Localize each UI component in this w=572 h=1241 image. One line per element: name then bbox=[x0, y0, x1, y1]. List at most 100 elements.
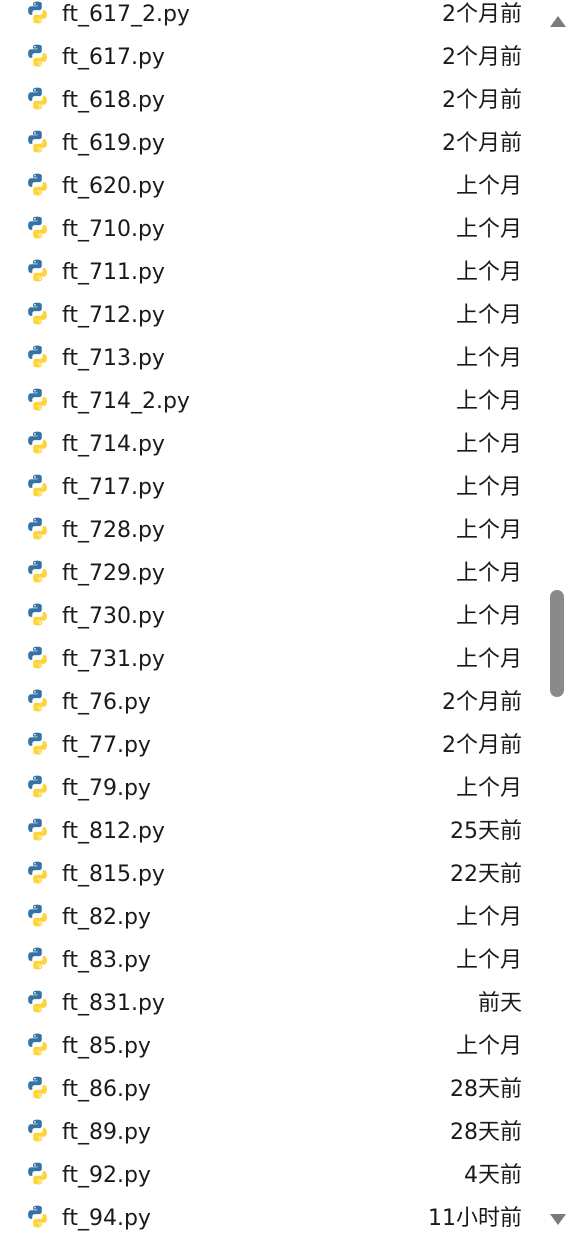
python-file-icon bbox=[28, 130, 47, 153]
file-modified-time: 28天前 bbox=[450, 1077, 522, 1102]
file-row[interactable]: ft_620.py 上个月 bbox=[0, 165, 544, 208]
file-name: ft_831.py bbox=[62, 991, 165, 1016]
file-modified-time: 2个月前 bbox=[442, 733, 522, 758]
file-row[interactable]: ft_89.py 28天前 bbox=[0, 1111, 544, 1154]
python-file-icon bbox=[28, 947, 47, 970]
file-row[interactable]: ft_94.py 11小时前 bbox=[0, 1197, 544, 1240]
file-row[interactable]: ft_619.py 2个月前 bbox=[0, 122, 544, 165]
file-name: ft_77.py bbox=[62, 733, 151, 758]
file-name: ft_717.py bbox=[62, 475, 165, 500]
file-row[interactable]: ft_77.py 2个月前 bbox=[0, 724, 544, 767]
file-modified-time: 上个月 bbox=[455, 561, 522, 586]
file-name: ft_85.py bbox=[62, 1034, 151, 1059]
file-name: ft_712.py bbox=[62, 303, 165, 328]
file-row[interactable]: ft_730.py 上个月 bbox=[0, 595, 544, 638]
file-row[interactable]: ft_617_2.py 2个月前 bbox=[0, 0, 544, 36]
file-modified-time: 上个月 bbox=[455, 776, 522, 801]
file-name: ft_89.py bbox=[62, 1120, 151, 1145]
python-file-icon bbox=[28, 259, 47, 282]
file-name: ft_812.py bbox=[62, 819, 165, 844]
file-modified-time: 11小时前 bbox=[428, 1206, 522, 1231]
file-modified-time: 上个月 bbox=[455, 346, 522, 371]
file-modified-time: 上个月 bbox=[455, 647, 522, 672]
file-name: ft_731.py bbox=[62, 647, 165, 672]
python-file-icon bbox=[28, 603, 47, 626]
python-file-icon bbox=[28, 1162, 47, 1185]
python-file-icon bbox=[28, 388, 47, 411]
file-modified-time: 上个月 bbox=[455, 518, 522, 543]
file-name: ft_620.py bbox=[62, 174, 165, 199]
file-row[interactable]: ft_86.py 28天前 bbox=[0, 1068, 544, 1111]
file-modified-time: 2个月前 bbox=[442, 88, 522, 113]
python-file-icon bbox=[28, 173, 47, 196]
file-row[interactable]: ft_714.py 上个月 bbox=[0, 423, 544, 466]
file-name: ft_714.py bbox=[62, 432, 165, 457]
file-modified-time: 2个月前 bbox=[442, 2, 522, 27]
file-row[interactable]: ft_831.py 前天 bbox=[0, 982, 544, 1025]
scroll-down-arrow-icon[interactable] bbox=[550, 1214, 566, 1225]
file-row[interactable]: ft_712.py 上个月 bbox=[0, 294, 544, 337]
file-row[interactable]: ft_812.py 25天前 bbox=[0, 810, 544, 853]
file-name: ft_83.py bbox=[62, 948, 151, 973]
file-name: ft_94.py bbox=[62, 1206, 151, 1231]
file-row[interactable]: ft_85.py 上个月 bbox=[0, 1025, 544, 1068]
file-name: ft_617_2.py bbox=[62, 2, 190, 27]
file-name: ft_714_2.py bbox=[62, 389, 190, 414]
file-row[interactable]: ft_76.py 2个月前 bbox=[0, 681, 544, 724]
file-modified-time: 4天前 bbox=[464, 1163, 522, 1188]
file-modified-time: 上个月 bbox=[455, 217, 522, 242]
python-file-icon bbox=[28, 818, 47, 841]
file-name: ft_618.py bbox=[62, 88, 165, 113]
file-row[interactable]: ft_617.py 2个月前 bbox=[0, 36, 544, 79]
file-row[interactable]: ft_92.py 4天前 bbox=[0, 1154, 544, 1197]
file-name: ft_728.py bbox=[62, 518, 165, 543]
file-name: ft_82.py bbox=[62, 905, 151, 930]
python-file-icon bbox=[28, 1119, 47, 1142]
python-file-icon bbox=[28, 732, 47, 755]
file-row[interactable]: ft_711.py 上个月 bbox=[0, 251, 544, 294]
file-row[interactable]: ft_82.py 上个月 bbox=[0, 896, 544, 939]
file-modified-time: 2个月前 bbox=[442, 131, 522, 156]
file-row[interactable]: ft_618.py 2个月前 bbox=[0, 79, 544, 122]
python-file-icon bbox=[28, 431, 47, 454]
python-file-icon bbox=[28, 216, 47, 239]
file-row[interactable]: ft_717.py 上个月 bbox=[0, 466, 544, 509]
python-file-icon bbox=[28, 861, 47, 884]
file-name: ft_713.py bbox=[62, 346, 165, 371]
vertical-scrollbar[interactable] bbox=[545, 0, 572, 1241]
file-row[interactable]: ft_729.py 上个月 bbox=[0, 552, 544, 595]
file-modified-time: 上个月 bbox=[455, 260, 522, 285]
file-name: ft_79.py bbox=[62, 776, 151, 801]
python-file-icon bbox=[28, 990, 47, 1013]
file-row[interactable]: ft_731.py 上个月 bbox=[0, 638, 544, 681]
file-modified-time: 上个月 bbox=[455, 303, 522, 328]
file-row[interactable]: ft_79.py 上个月 bbox=[0, 767, 544, 810]
python-file-icon bbox=[28, 302, 47, 325]
file-name: ft_710.py bbox=[62, 217, 165, 242]
file-modified-time: 上个月 bbox=[455, 475, 522, 500]
file-modified-time: 25天前 bbox=[450, 819, 522, 844]
file-name: ft_76.py bbox=[62, 690, 151, 715]
scrollbar-thumb[interactable] bbox=[550, 590, 564, 697]
file-name: ft_92.py bbox=[62, 1163, 151, 1188]
scroll-up-arrow-icon[interactable] bbox=[550, 16, 566, 27]
file-row[interactable]: ft_728.py 上个月 bbox=[0, 509, 544, 552]
file-row[interactable]: ft_710.py 上个月 bbox=[0, 208, 544, 251]
file-row[interactable]: ft_714_2.py 上个月 bbox=[0, 380, 544, 423]
file-name: ft_730.py bbox=[62, 604, 165, 629]
file-row[interactable]: ft_713.py 上个月 bbox=[0, 337, 544, 380]
python-file-icon bbox=[28, 904, 47, 927]
file-name: ft_711.py bbox=[62, 260, 165, 285]
file-row[interactable]: ft_83.py 上个月 bbox=[0, 939, 544, 982]
file-modified-time: 上个月 bbox=[455, 905, 522, 930]
python-file-icon bbox=[28, 87, 47, 110]
python-file-icon bbox=[28, 474, 47, 497]
file-name: ft_617.py bbox=[62, 45, 165, 70]
file-name: ft_86.py bbox=[62, 1077, 151, 1102]
python-file-icon bbox=[28, 1205, 47, 1228]
file-row[interactable]: ft_815.py 22天前 bbox=[0, 853, 544, 896]
python-file-icon bbox=[28, 517, 47, 540]
python-file-icon bbox=[28, 44, 47, 67]
python-file-icon bbox=[28, 775, 47, 798]
python-file-icon bbox=[28, 1076, 47, 1099]
